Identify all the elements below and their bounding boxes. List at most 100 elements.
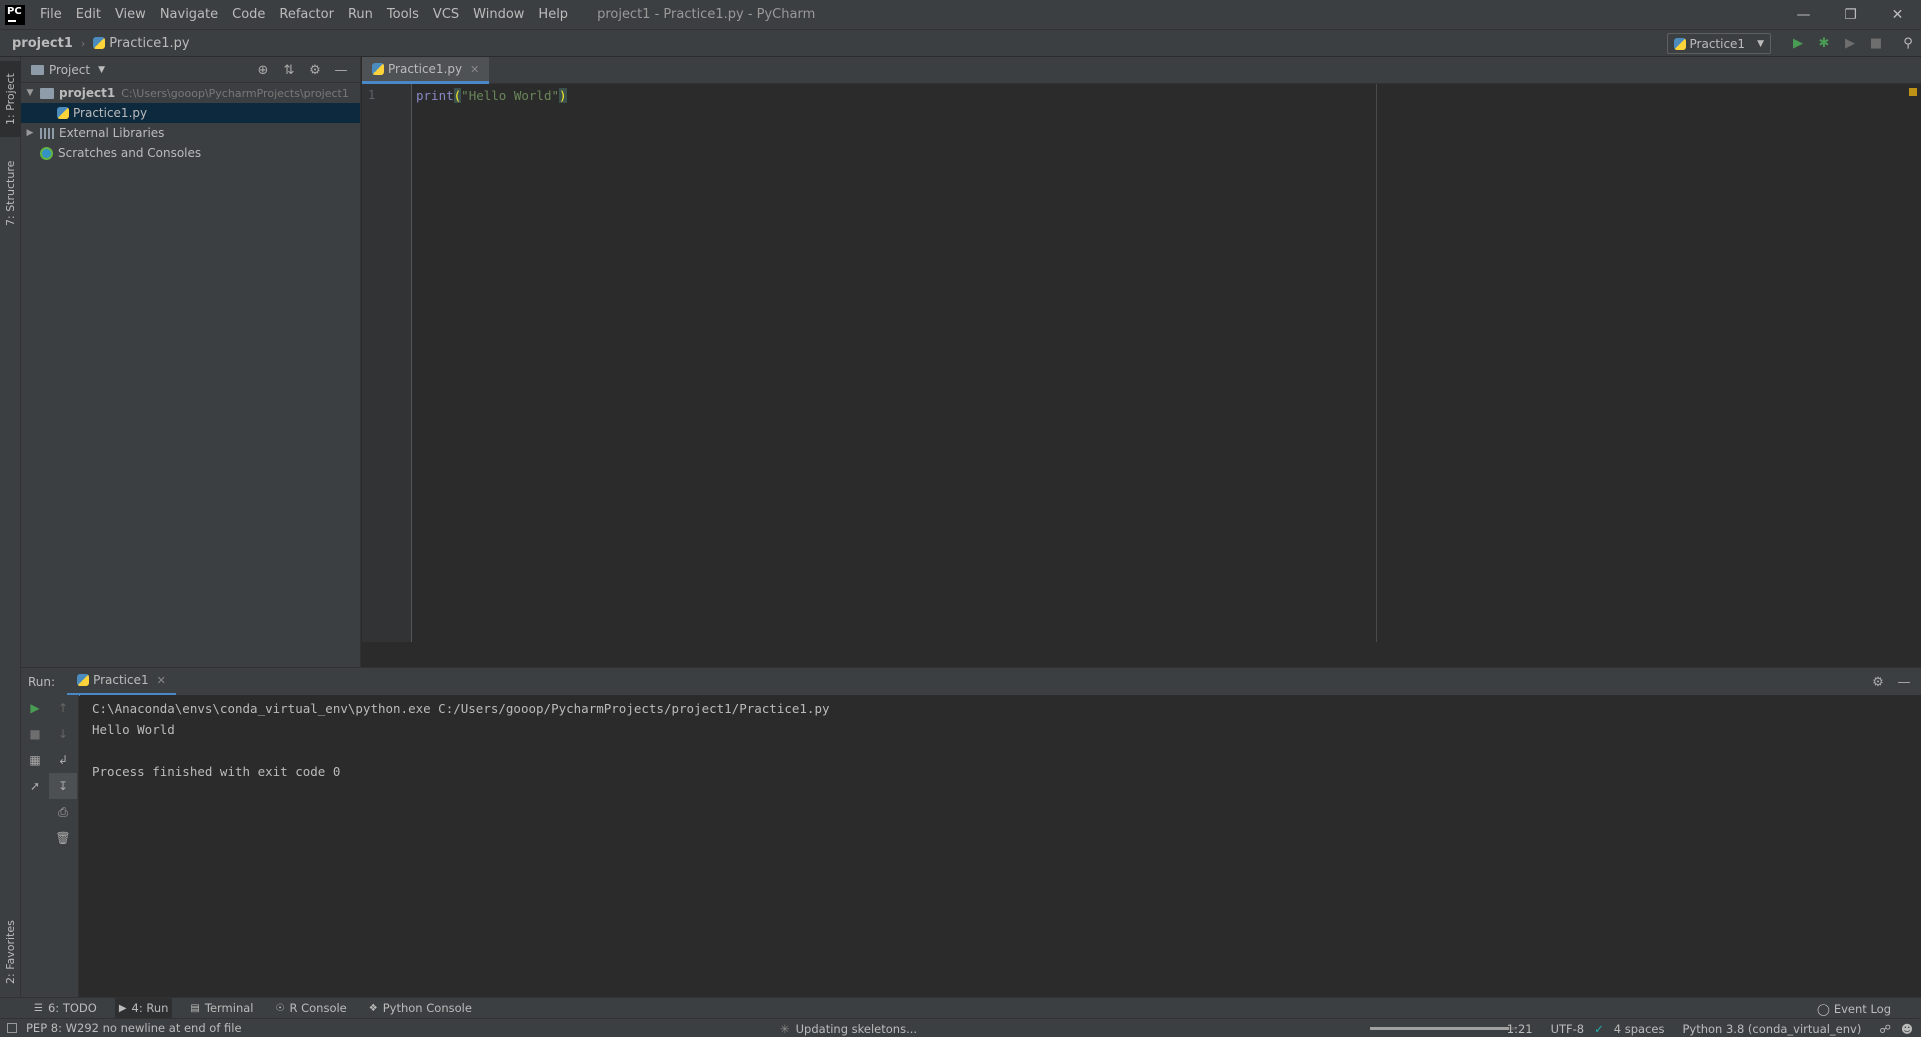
restore-icon[interactable]: ❐ (1827, 0, 1874, 29)
menu-navigate[interactable]: Navigate (153, 0, 225, 29)
tool-tab-project[interactable]: 1: Project (0, 61, 21, 137)
tool-tab-structure-label: 7: Structure (4, 160, 17, 226)
coverage-icon[interactable]: ▶ (1837, 31, 1863, 57)
run-configuration-select[interactable]: Practice1 ▼ (1666, 33, 1771, 54)
tool-tab-label: Python Console (382, 1001, 472, 1015)
breadcrumb-file[interactable]: Practice1.py (109, 36, 189, 51)
breadcrumb-project[interactable]: project1 (12, 36, 73, 51)
status-widgets: 1:21 UTF-8 ✓ 4 spaces Python 3.8 (conda_… (1489, 1019, 1913, 1037)
lock-icon[interactable]: ☍ (1879, 1022, 1891, 1036)
arrow-down-icon[interactable]: ↓ (49, 721, 77, 747)
menu-tools[interactable]: Tools (380, 0, 426, 29)
stop-icon[interactable]: ■ (1863, 31, 1889, 57)
tool-tab-label: R Console (289, 1001, 347, 1015)
tool-tab-run[interactable]: ▶ 4: Run (114, 997, 173, 1019)
tool-tab-terminal[interactable]: ▤ Terminal (186, 998, 257, 1019)
title-bar: PC File Edit View Navigate Code Refactor… (0, 0, 1921, 29)
python-file-icon (77, 674, 90, 686)
tool-tab-structure[interactable]: 7: Structure (0, 149, 21, 237)
menu-help[interactable]: Help (531, 0, 575, 29)
scroll-to-end-icon[interactable]: ↧ (49, 773, 77, 799)
code-function: print (416, 88, 454, 103)
status-toggle-icon[interactable] (7, 1023, 17, 1033)
close-icon[interactable]: ✕ (157, 674, 166, 687)
background-task[interactable]: ✳ Updating skeletons... (780, 1019, 917, 1037)
tool-tab-todo[interactable]: ☰ 6: TODO (30, 998, 101, 1019)
run-icon[interactable]: ▶ (1785, 31, 1811, 57)
run-panel-actions: ⚙ — (1865, 668, 1917, 696)
layout-icon[interactable]: ▦ (21, 747, 49, 773)
editor-tab-label: Practice1.py (388, 62, 463, 76)
locate-icon[interactable]: ⊕ (250, 63, 276, 78)
event-log-icon: ◯ (1816, 1001, 1830, 1016)
terminal-icon: ▤ (190, 1002, 200, 1014)
editor-tab-bar: Practice1.py ✕ (362, 57, 1921, 84)
tool-tab-favorites[interactable]: 2: Favorites (0, 907, 21, 997)
scratches-icon (40, 146, 53, 160)
window-controls: — ❐ ✕ (1780, 0, 1921, 29)
python-interpreter[interactable]: Python 3.8 (conda_virtual_env) (1682, 1022, 1861, 1036)
line-number-gutter: 1 (362, 84, 412, 642)
project-view-select[interactable]: Project (49, 63, 90, 77)
python-file-icon (1673, 37, 1686, 50)
run-console[interactable]: C:\Anaconda\envs\conda_virtual_env\pytho… (80, 695, 1921, 997)
tree-item-external-libraries[interactable]: ▶ External Libraries (21, 123, 360, 143)
editor-tab-practice1[interactable]: Practice1.py ✕ (362, 57, 490, 84)
window-title: project1 - Practice1.py - PyCharm (597, 7, 816, 22)
debug-icon[interactable]: ✱ (1811, 31, 1837, 57)
chevron-down-icon[interactable]: ▼ (98, 65, 105, 75)
run-tab-practice1[interactable]: Practice1 ✕ (67, 668, 176, 696)
menu-code[interactable]: Code (225, 0, 272, 29)
tree-item-practice1[interactable]: Practice1.py (21, 103, 360, 123)
search-icon[interactable]: ⚲ (1895, 31, 1921, 57)
inspector-icon[interactable]: ☻ (1901, 1022, 1913, 1036)
hide-icon[interactable]: — (1891, 675, 1917, 690)
close-icon[interactable]: ✕ (1874, 0, 1921, 29)
python-file-icon (57, 107, 69, 119)
code-line[interactable]: print("Hello World") (416, 88, 567, 103)
stop-icon[interactable]: ■ (21, 721, 49, 747)
soft-wrap-icon[interactable]: ↲ (49, 747, 77, 773)
gear-icon[interactable]: ⚙ (302, 63, 328, 78)
tool-tab-python-console[interactable]: ❖ Python Console (365, 998, 476, 1019)
menu-file[interactable]: File (33, 0, 69, 29)
menu-run[interactable]: Run (341, 0, 380, 29)
tree-item-scratches[interactable]: Scratches and Consoles (21, 143, 360, 163)
chevron-down-icon: ▼ (1757, 38, 1764, 49)
event-log-button[interactable]: ◯ Event Log (1817, 998, 1891, 1019)
expand-arrow-icon[interactable]: ▶ (23, 128, 37, 138)
pin-icon[interactable]: ➚ (21, 773, 49, 799)
rerun-icon[interactable]: ▶ (21, 695, 49, 721)
menu-window[interactable]: Window (466, 0, 531, 29)
menu-vcs[interactable]: VCS (426, 0, 466, 29)
folder-icon (40, 87, 54, 99)
tree-item-project1[interactable]: ▼ project1 C:\Users\gooop\PycharmProject… (21, 83, 360, 103)
close-icon[interactable]: ✕ (470, 63, 479, 76)
navbar-actions: Practice1 ▼ ▶ ✱ ▶ ■ ⚲ (1666, 30, 1921, 57)
arrow-up-icon[interactable]: ↑ (49, 695, 77, 721)
checkmark-icon: ✓ (1594, 1021, 1604, 1036)
python-file-icon (93, 37, 106, 49)
caret-position[interactable]: 1:21 (1507, 1022, 1533, 1036)
file-encoding[interactable]: UTF-8 (1551, 1022, 1585, 1036)
trash-icon[interactable]: 🗑 (49, 825, 77, 851)
gear-icon[interactable]: ⚙ (1865, 675, 1891, 690)
menu-refactor[interactable]: Refactor (272, 0, 341, 29)
minimize-icon[interactable]: — (1780, 0, 1827, 29)
menu-view[interactable]: View (108, 0, 153, 29)
tool-tab-r-console[interactable]: ☉ R Console (271, 998, 350, 1019)
pycharm-logo-icon: PC (5, 4, 25, 25)
hide-icon[interactable]: — (328, 63, 354, 78)
tree-item-label: External Libraries (59, 126, 165, 140)
warning-marker-icon[interactable] (1909, 88, 1917, 96)
expand-arrow-icon[interactable]: ▼ (23, 88, 37, 98)
tree-item-label: Scratches and Consoles (58, 146, 202, 160)
indent-setting[interactable]: 4 spaces (1614, 1022, 1665, 1036)
code-editor[interactable]: print("Hello World") (412, 84, 1921, 642)
collapse-all-icon[interactable]: ⇅ (276, 63, 302, 78)
menu-edit[interactable]: Edit (69, 0, 108, 29)
background-task-label: Updating skeletons... (795, 1021, 918, 1036)
print-icon[interactable]: ⎙ (49, 799, 77, 825)
run-icon: ▶ (118, 1002, 127, 1014)
run-tab-label: Practice1 (93, 673, 149, 687)
